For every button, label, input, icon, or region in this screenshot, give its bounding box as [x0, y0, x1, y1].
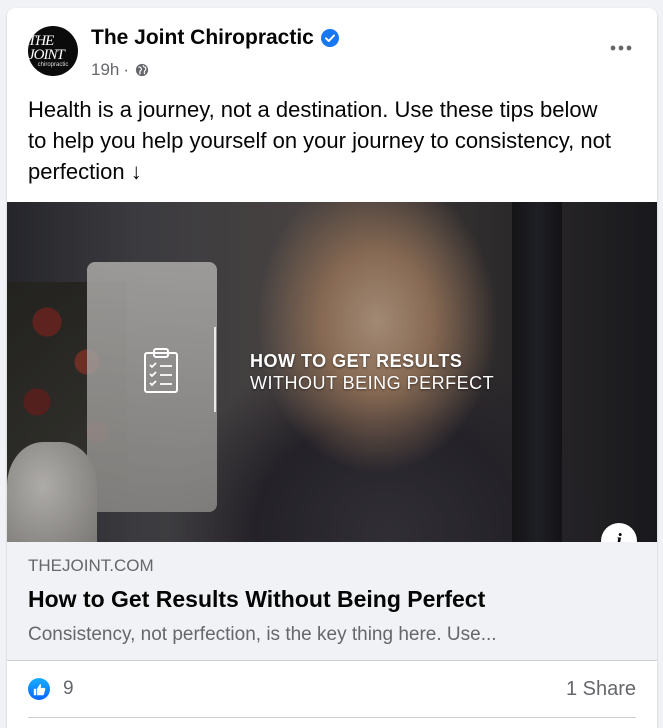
avatar-logo-subtext: chiropractic: [37, 61, 69, 68]
link-preview-footer[interactable]: THEJOINT.COM How to Get Results Without …: [7, 542, 657, 661]
post-meta: 19h ·: [91, 60, 149, 80]
avatar-logo-text: THE JOINT: [28, 32, 65, 63]
image-overlay-subtitle: WITHOUT BEING PERFECT: [250, 373, 495, 393]
overlay-divider: [214, 327, 216, 412]
link-preview-image[interactable]: HOW TO GET RESULTS WITHOUT BEING PERFECT: [7, 202, 657, 542]
avatar[interactable]: THE JOINT chiropractic: [28, 26, 78, 76]
meta-separator: ·: [123, 60, 130, 79]
action-divider: [28, 717, 636, 718]
post-card: THE JOINT chiropractic The Joint Chiropr…: [7, 8, 657, 728]
link-description: Consistency, not perfection, is the key …: [28, 624, 497, 645]
checklist-clipboard-icon: [143, 348, 179, 399]
image-overlay-title: HOW TO GET RESULTS: [250, 351, 463, 371]
share-count[interactable]: 1 Share: [566, 678, 636, 701]
link-domain: THEJOINT.COM: [28, 556, 154, 575]
verified-badge-icon: [320, 29, 339, 47]
post-timestamp[interactable]: 19h: [91, 60, 119, 80]
globe-icon[interactable]: [135, 63, 149, 77]
post-header: THE JOINT chiropractic The Joint Chiropr…: [7, 8, 657, 94]
author-name[interactable]: The Joint Chiropractic: [91, 26, 314, 50]
link-title[interactable]: How to Get Results Without Being Perfect: [28, 586, 485, 613]
author-row: The Joint Chiropractic: [91, 26, 339, 50]
post-text: Health is a journey, not a destination. …: [28, 97, 611, 184]
reaction-count: 9: [63, 678, 74, 699]
more-options-icon[interactable]: [603, 30, 639, 66]
reactions-summary[interactable]: 9: [28, 678, 74, 700]
like-icon: [28, 678, 50, 700]
